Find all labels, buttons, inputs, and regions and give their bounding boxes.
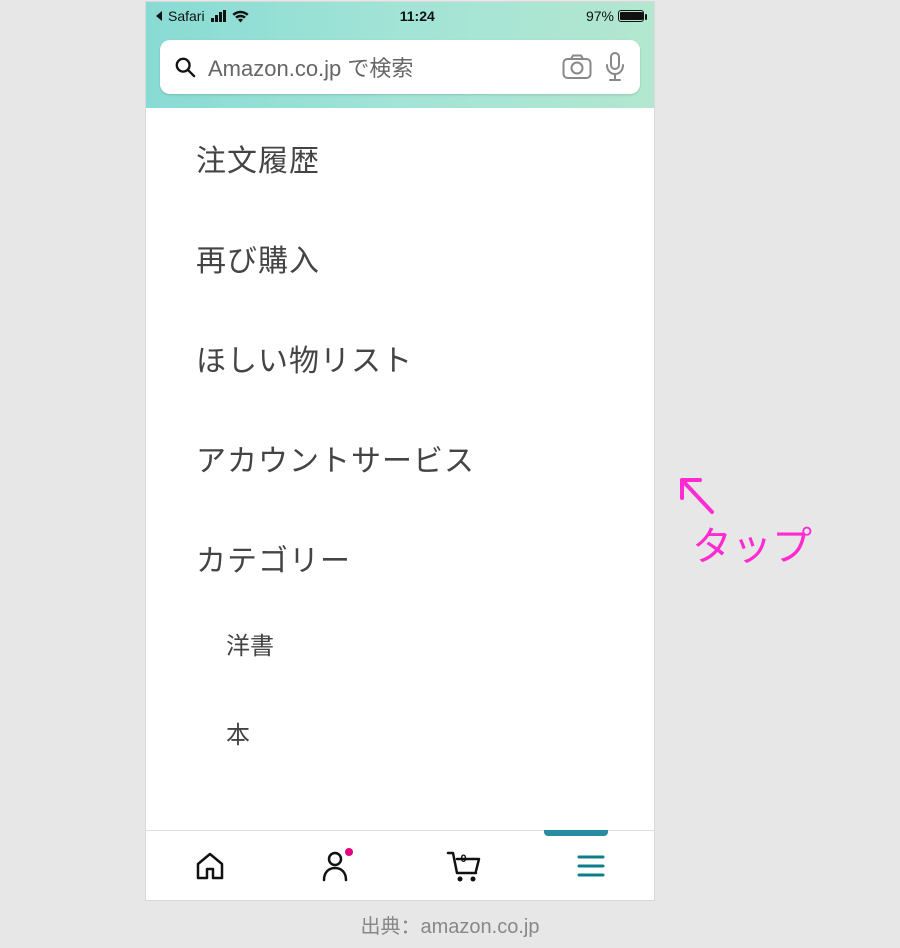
menu-item-wishlist[interactable]: ほしい物リスト <box>146 308 654 408</box>
tap-annotation: タップ <box>662 470 812 572</box>
menu-item-order-history[interactable]: 注文履歴 <box>146 108 654 208</box>
sub-item-books[interactable]: 本 <box>146 697 654 768</box>
annotation-label: タップ <box>692 514 812 572</box>
nav-account-button[interactable] <box>317 846 357 886</box>
menu-item-account-service[interactable]: アカウントサービス <box>146 408 654 508</box>
search-header: Amazon.co.jp で検索 <box>146 30 654 108</box>
nav-menu-button[interactable] <box>571 846 611 886</box>
source-caption: 出典：amazon.co.jp <box>0 910 900 939</box>
menu-list[interactable]: 注文履歴 再び購入 ほしい物リスト アカウントサービス カテゴリー 洋書 本 <box>146 108 654 830</box>
sub-item-foreign-books[interactable]: 洋書 <box>146 608 654 679</box>
cellular-signal-icon <box>211 10 226 22</box>
back-app-label[interactable]: Safari <box>168 8 205 24</box>
nav-active-indicator <box>544 830 608 836</box>
hamburger-icon <box>577 855 605 877</box>
arrow-upleft-icon <box>672 470 722 520</box>
nav-home-button[interactable] <box>190 846 230 886</box>
search-icon <box>174 56 196 78</box>
notification-dot-icon <box>345 848 353 856</box>
wifi-icon <box>232 10 249 23</box>
phone-screen: Safari 11:24 97% Amazon.co.jp で検索 注文履歴 再… <box>146 2 654 900</box>
clock: 11:24 <box>400 8 435 24</box>
camera-icon <box>562 54 592 80</box>
camera-button[interactable] <box>562 54 592 80</box>
search-placeholder: Amazon.co.jp で検索 <box>208 51 550 83</box>
home-icon <box>194 850 226 882</box>
status-bar: Safari 11:24 97% <box>146 2 654 30</box>
cart-count-badge: 0 <box>461 853 467 865</box>
menu-item-category[interactable]: カテゴリー <box>146 508 654 608</box>
mic-button[interactable] <box>604 52 626 82</box>
nav-cart-button[interactable]: 0 <box>444 846 484 886</box>
mic-icon <box>604 52 626 82</box>
battery-icon <box>618 10 644 22</box>
menu-item-buy-again[interactable]: 再び購入 <box>146 208 654 308</box>
battery-percent: 97% <box>586 8 614 24</box>
search-box[interactable]: Amazon.co.jp で検索 <box>160 40 640 94</box>
back-triangle-icon[interactable] <box>156 11 162 21</box>
bottom-nav: 0 <box>146 830 654 900</box>
